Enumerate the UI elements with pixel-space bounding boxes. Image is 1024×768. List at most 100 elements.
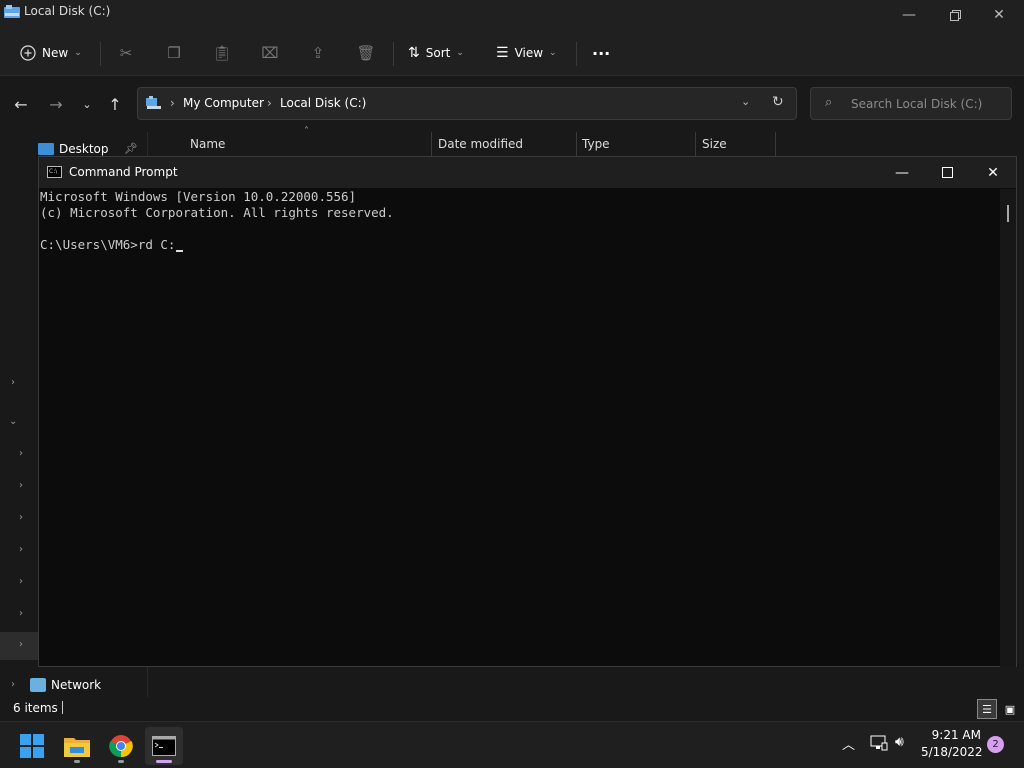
- breadcrumb-my-computer[interactable]: My Computer: [183, 96, 264, 110]
- column-header-size[interactable]: Size: [702, 137, 727, 151]
- column-header-type[interactable]: Type: [582, 137, 610, 151]
- copy-icon: ❐: [167, 44, 181, 62]
- column-divider[interactable]: [775, 132, 776, 156]
- search-icon: ⌕: [825, 95, 833, 110]
- details-view-button[interactable]: ☰: [977, 699, 997, 719]
- chevron-right-icon[interactable]: ›: [19, 576, 23, 587]
- rename-button[interactable]: ⌧: [255, 38, 285, 68]
- taskbar-chrome[interactable]: [102, 727, 140, 765]
- network-status-button[interactable]: [870, 735, 888, 755]
- chevron-right-icon: ›: [19, 639, 23, 650]
- more-options-button[interactable]: ···: [592, 38, 610, 68]
- console-output[interactable]: Microsoft Windows [Version 10.0.22000.55…: [39, 189, 999, 667]
- sort-button[interactable]: ⇅ Sort ⌄: [408, 38, 464, 68]
- address-dropdown-icon[interactable]: ⌄: [741, 95, 750, 108]
- explorer-status-bar: 6 items ☰ ▣: [0, 697, 1024, 721]
- view-button[interactable]: ☰ View ⌄: [496, 38, 557, 68]
- column-divider[interactable]: [576, 132, 577, 156]
- cmd-maximize-button[interactable]: [924, 157, 970, 188]
- chevron-right-icon: ›: [170, 96, 175, 110]
- refresh-icon[interactable]: ↻: [772, 94, 784, 110]
- copy-button[interactable]: ❐: [159, 38, 189, 68]
- column-divider[interactable]: [695, 132, 696, 156]
- clock-time[interactable]: 9:21 AM: [921, 728, 981, 742]
- cmd-minimize-button[interactable]: —: [879, 157, 925, 188]
- divider: [62, 701, 63, 714]
- chevron-down-icon: ⌄: [549, 48, 557, 58]
- minimize-icon: —: [895, 164, 909, 181]
- back-button[interactable]: ←: [9, 92, 33, 116]
- network-icon: [30, 678, 46, 692]
- drive-icon: [4, 5, 20, 18]
- scrollbar-thumb[interactable]: [1007, 205, 1009, 222]
- tiles-view-icon: ▣: [1004, 702, 1016, 716]
- view-label: View: [514, 46, 544, 60]
- minimize-button[interactable]: —: [886, 0, 932, 30]
- volume-button[interactable]: 🔊︎: [895, 734, 904, 750]
- active-indicator: [156, 760, 172, 763]
- cmd-close-button[interactable]: ✕: [970, 157, 1016, 188]
- taskbar-file-explorer[interactable]: [58, 727, 96, 765]
- cut-button[interactable]: ✂: [111, 38, 141, 68]
- new-button[interactable]: New ⌄: [20, 38, 82, 68]
- sidebar-selected-row[interactable]: ›: [0, 632, 38, 660]
- notification-badge[interactable]: 2: [987, 736, 1004, 753]
- sidebar-item-label: Network: [51, 678, 102, 692]
- chevron-right-icon[interactable]: ›: [19, 448, 23, 459]
- chevron-right-icon[interactable]: ›: [19, 512, 23, 523]
- scissors-icon: ✂: [119, 44, 133, 62]
- chevron-right-icon[interactable]: ›: [19, 608, 23, 619]
- search-box[interactable]: ⌕ Search Local Disk (C:): [810, 87, 1012, 120]
- paste-button[interactable]: 📋︎: [207, 38, 237, 68]
- cmd-scrollbar[interactable]: [1000, 189, 1016, 667]
- close-button[interactable]: ✕: [976, 0, 1022, 30]
- taskbar-command-prompt[interactable]: [145, 727, 183, 765]
- restore-button[interactable]: [932, 0, 978, 30]
- chevron-right-icon[interactable]: ›: [19, 480, 23, 491]
- chevron-right-icon[interactable]: ›: [19, 544, 23, 555]
- close-icon: ✕: [987, 164, 999, 181]
- sidebar-item-network[interactable]: › Network: [0, 675, 158, 699]
- start-button[interactable]: [13, 727, 51, 765]
- show-hidden-icons-button[interactable]: ︿: [842, 734, 855, 753]
- network-wired-icon: [870, 735, 888, 751]
- pin-icon: 📌︎: [124, 142, 138, 155]
- computer-icon: [146, 96, 161, 109]
- chevron-right-icon: ›: [267, 96, 272, 110]
- share-icon: ⇪: [311, 44, 325, 62]
- chevron-down-icon[interactable]: ⌄: [9, 416, 17, 427]
- column-divider[interactable]: [431, 132, 432, 156]
- cmd-icon: C:\: [47, 166, 62, 178]
- chevron-down-icon: ⌄: [82, 97, 92, 111]
- address-bar[interactable]: › My Computer › Local Disk (C:) ⌄ ↻: [137, 87, 797, 120]
- taskbar: ︿ 🔊︎ 9:21 AM 5/18/2022: [0, 721, 1024, 768]
- chevron-right-icon: ›: [11, 679, 15, 690]
- share-button[interactable]: ⇪: [303, 38, 333, 68]
- chevron-up-icon: ︿: [842, 738, 856, 753]
- speaker-icon: 🔊︎: [895, 734, 904, 750]
- maximize-icon: [941, 167, 953, 178]
- sort-icon: ⇅: [408, 45, 420, 61]
- arrow-right-icon: →: [49, 94, 63, 114]
- breadcrumb-local-disk[interactable]: Local Disk (C:): [280, 96, 366, 110]
- divider: [100, 42, 101, 66]
- command-prompt-window[interactable]: C:\ Command Prompt — ✕ Microsoft Windows…: [38, 156, 1017, 667]
- chevron-right-icon[interactable]: ›: [11, 377, 15, 388]
- delete-button[interactable]: 🗑︎: [351, 38, 381, 68]
- column-header-name[interactable]: Name: [190, 137, 225, 151]
- clock-date[interactable]: 5/18/2022: [921, 745, 983, 759]
- divider: [576, 42, 577, 66]
- desktop: Local Disk (C:) — ✕ New ⌄ ✂ ❐ 📋︎ ⌧ ⇪ 🗑︎ …: [0, 0, 1024, 768]
- recent-locations-button[interactable]: ⌄: [75, 92, 99, 116]
- windows-logo-icon: [20, 734, 44, 758]
- up-button[interactable]: ↑: [103, 92, 127, 116]
- search-placeholder: Search Local Disk (C:): [851, 97, 983, 111]
- column-header-date-modified[interactable]: Date modified: [438, 137, 523, 151]
- chevron-down-icon: ⌄: [74, 48, 82, 58]
- arrow-up-icon: ↑: [108, 94, 122, 114]
- forward-button[interactable]: →: [44, 92, 68, 116]
- cmd-title-bar[interactable]: C:\ Command Prompt — ✕: [39, 157, 1016, 188]
- clipboard-icon: 📋︎: [212, 44, 232, 62]
- tiles-view-button[interactable]: ▣: [1000, 699, 1020, 719]
